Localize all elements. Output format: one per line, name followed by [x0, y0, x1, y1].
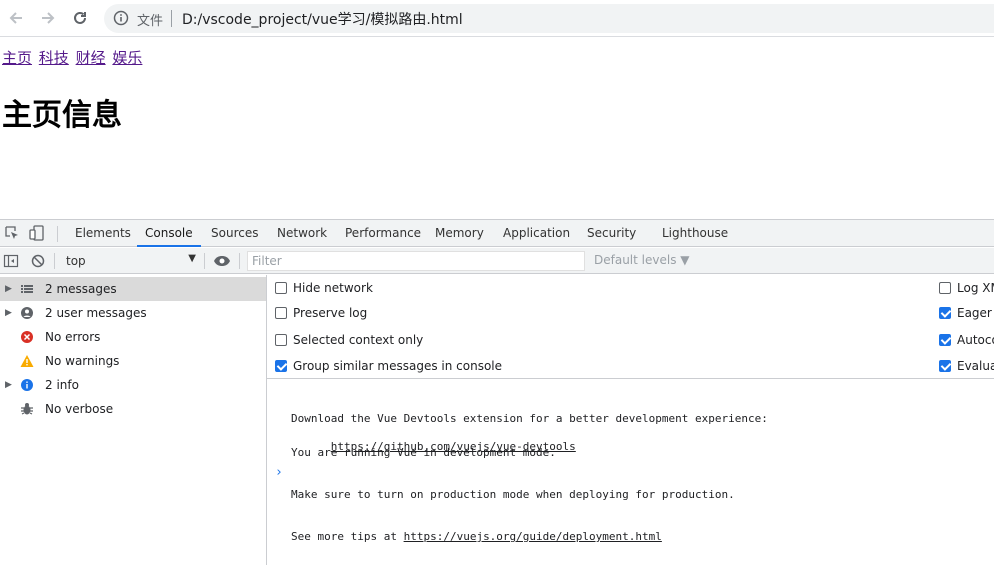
bug-icon — [21, 403, 33, 415]
sidebar-item-label: 2 info — [45, 378, 79, 392]
sidebar-item-user-messages[interactable]: ▶ 2 user messages — [0, 301, 266, 325]
sidebar-item-info[interactable]: ▶ 2 info — [0, 373, 266, 397]
sidebar-item-label: 2 user messages — [45, 306, 147, 320]
devtools-tabbar: Elements Console Sources Network Perform… — [0, 220, 994, 247]
nav-link-home[interactable]: 主页 — [2, 49, 32, 67]
sidebar-item-messages[interactable]: ▶ 2 messages — [0, 277, 266, 301]
page-heading: 主页信息 — [2, 98, 122, 133]
context-value: top — [66, 254, 86, 268]
url-text[interactable]: D:/vscode_project/vue学习/模拟路由.html — [182, 9, 463, 29]
browser-toolbar: 文件 D:/vscode_project/vue学习/模拟路由.html — [0, 0, 994, 37]
checkbox[interactable] — [939, 360, 951, 372]
tab-application[interactable]: Application — [503, 220, 570, 247]
page-nav: 主页 科技 财经 娱乐 — [2, 47, 144, 68]
tab-security[interactable]: Security — [587, 220, 636, 247]
expand-arrow-icon[interactable]: ▶ — [5, 308, 12, 318]
setting-label: Selected context only — [293, 333, 424, 347]
message-text: Make sure to turn on production mode whe… — [291, 488, 735, 501]
inspect-icon[interactable] — [4, 225, 20, 241]
setting-label: Eager e — [957, 306, 994, 320]
omnibox[interactable]: 文件 D:/vscode_project/vue学习/模拟路由.html — [104, 4, 994, 33]
nav-link-entertainment[interactable]: 娱乐 — [112, 49, 142, 67]
devtools-panel: Elements Console Sources Network Perform… — [0, 219, 994, 565]
setting-label: Preserve log — [293, 306, 368, 320]
checkbox[interactable] — [275, 334, 287, 346]
tab-memory[interactable]: Memory — [435, 220, 484, 247]
sidebar-item-label: 2 messages — [45, 282, 117, 296]
sidebar-item-verbose[interactable]: No verbose — [0, 397, 266, 421]
back-button[interactable] — [4, 6, 28, 30]
setting-label: Evaluat — [957, 359, 994, 373]
toolbar-divider — [54, 253, 55, 269]
tab-lighthouse[interactable]: Lighthouse — [662, 220, 728, 247]
sidebar-item-warnings[interactable]: No warnings — [0, 349, 266, 373]
reload-button[interactable] — [68, 6, 92, 30]
sidebar-item-label: No errors — [45, 330, 101, 344]
tab-elements[interactable]: Elements — [75, 220, 131, 247]
tab-console[interactable]: Console — [137, 220, 201, 247]
sidebar-item-label: No verbose — [45, 402, 114, 416]
tab-network[interactable]: Network — [277, 220, 327, 247]
message-text: See more tips at — [291, 530, 404, 543]
message-text: You are running Vue in development mode. — [291, 446, 556, 459]
info-icon — [21, 379, 33, 391]
tab-sources[interactable]: Sources — [211, 220, 258, 247]
console-settings: Hide network Preserve log Selected conte… — [267, 275, 994, 379]
toolbar-divider — [239, 253, 240, 269]
sidebar-toggle-icon[interactable] — [3, 253, 19, 269]
user-icon — [21, 307, 33, 319]
clear-console-icon[interactable] — [30, 253, 46, 269]
checkbox[interactable] — [939, 282, 951, 294]
sidebar-item-label: No warnings — [45, 354, 120, 368]
message-link[interactable]: https://vuejs.org/guide/deployment.html — [404, 530, 662, 543]
tabbar-divider — [57, 226, 58, 242]
arrow-right-icon — [42, 12, 55, 24]
console-prompt[interactable]: › — [275, 465, 283, 480]
setting-label: Autoco — [957, 333, 994, 347]
reload-icon — [74, 11, 86, 24]
page-content: 主页 科技 财经 娱乐 主页信息 — [0, 38, 994, 218]
checkbox[interactable] — [275, 307, 287, 319]
console-message: You are running Vue in development mode.… — [291, 418, 735, 565]
page-info-icon[interactable] — [113, 10, 129, 26]
error-icon — [21, 331, 33, 343]
checkbox[interactable] — [275, 360, 287, 372]
filter-input[interactable] — [247, 251, 585, 271]
omnibox-divider — [171, 10, 172, 27]
file-scheme-label: 文件 — [137, 14, 164, 29]
checkbox[interactable] — [275, 282, 287, 294]
expand-arrow-icon[interactable]: ▶ — [5, 380, 12, 390]
nav-link-finance[interactable]: 财经 — [76, 49, 106, 67]
tab-performance[interactable]: Performance — [345, 220, 421, 247]
device-toolbar-icon[interactable] — [29, 225, 45, 241]
forward-button[interactable] — [36, 6, 60, 30]
checkbox[interactable] — [939, 334, 951, 346]
console-output: Download the Vue Devtools extension for … — [267, 380, 994, 565]
dropdown-caret-icon: ▼ — [188, 253, 196, 264]
nav-link-tech[interactable]: 科技 — [39, 49, 69, 67]
setting-label: Group similar messages in console — [293, 359, 502, 373]
eye-icon[interactable] — [213, 253, 231, 269]
context-selector[interactable]: top ▼ — [58, 251, 200, 271]
arrow-left-icon — [9, 12, 22, 24]
warning-icon — [20, 355, 34, 367]
log-levels-dropdown[interactable]: Default levels ▼ — [594, 253, 690, 267]
sidebar-item-errors[interactable]: No errors — [0, 325, 266, 349]
checkbox[interactable] — [939, 307, 951, 319]
console-toolbar: top ▼ Default levels ▼ — [0, 248, 994, 274]
console-sidebar: ▶ 2 messages ▶ 2 user messages No errors… — [0, 275, 267, 565]
setting-label: Log XM — [957, 281, 994, 295]
setting-label: Hide network — [293, 281, 373, 295]
toolbar-divider — [204, 253, 205, 269]
list-icon — [21, 285, 33, 293]
expand-arrow-icon[interactable]: ▶ — [5, 284, 12, 294]
